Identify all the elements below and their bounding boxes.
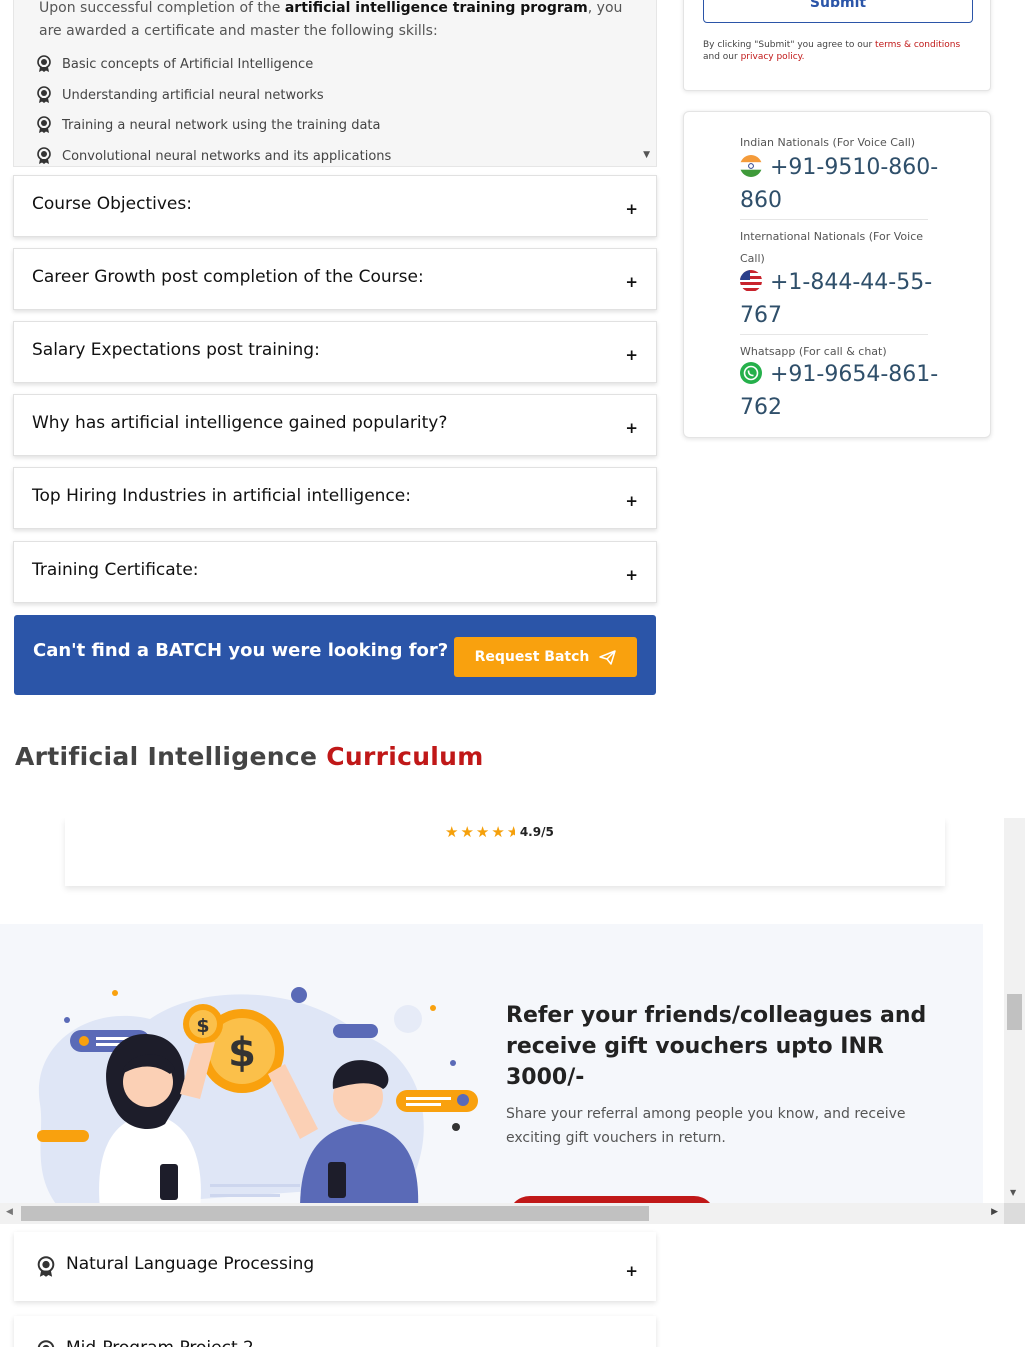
award-badge-icon — [37, 1256, 55, 1277]
paper-plane-icon — [599, 649, 617, 665]
divider — [740, 219, 928, 220]
award-badge-icon — [37, 86, 51, 103]
module-accordion-mid-program-project[interactable]: Mid-Program Project 2 — [14, 1316, 656, 1347]
terms-link[interactable]: terms & conditions — [875, 40, 960, 50]
award-badge-icon — [37, 1340, 55, 1347]
review-card: ★ ★ ★ ★ ★ 4.9/5 — [65, 818, 945, 886]
india-flag-icon — [740, 155, 762, 177]
scroll-left-arrow-icon[interactable]: ◀ — [6, 1207, 13, 1217]
divider — [740, 334, 928, 335]
submit-button[interactable]: Submit — [703, 0, 973, 23]
star-icon: ★ — [445, 823, 459, 841]
accordion-course-objectives[interactable]: Course Objectives: + — [13, 175, 657, 237]
dollar-coin-symbol: $ — [228, 1030, 256, 1076]
skills-intro: Upon successful completion of the artifi… — [39, 0, 623, 39]
accordion-title: Salary Expectations post training: — [32, 340, 320, 360]
accordion-training-certificate[interactable]: Training Certificate: + — [13, 541, 657, 603]
referral-description: Share your referral among people you kno… — [506, 1106, 906, 1146]
award-badge-icon — [37, 147, 51, 164]
skills-panel[interactable]: Upon successful completion of the artifi… — [13, 0, 657, 167]
accordion-salary-expectations[interactable]: Salary Expectations post training: + — [13, 321, 657, 383]
us-flag-icon — [740, 270, 762, 292]
phone-number-india[interactable]: +91-9510-860-860 — [740, 151, 940, 217]
plus-icon[interactable]: + — [625, 494, 638, 509]
plus-icon[interactable]: + — [625, 202, 638, 217]
referral-illustration: $ $ — [37, 987, 478, 1209]
plus-icon[interactable]: + — [625, 568, 638, 583]
batch-request-banner: Can't find a BATCH you were looking for?… — [14, 615, 656, 695]
contact-card: Indian Nationals (For Voice Call) +91-95… — [683, 111, 991, 438]
module-title: Natural Language Processing — [66, 1254, 315, 1274]
accordion-top-hiring-industries[interactable]: Top Hiring Industries in artificial inte… — [13, 467, 657, 529]
award-badge-icon — [37, 116, 51, 133]
scroll-right-arrow-icon[interactable]: ▶ — [991, 1207, 998, 1217]
skill-item: Training a neural network using the trai… — [36, 115, 380, 135]
plus-icon[interactable]: + — [625, 1264, 638, 1279]
accordion-title: Training Certificate: — [32, 560, 199, 580]
plus-icon[interactable]: + — [625, 348, 638, 363]
scroll-down-arrow-icon[interactable]: ▼ — [1010, 1188, 1016, 1197]
dollar-coin-symbol: $ — [196, 1015, 209, 1037]
enquiry-form-card: Submit By clicking "Submit" you agree to… — [683, 0, 991, 91]
accordion-title: Why has artificial intelligence gained p… — [32, 413, 448, 433]
terms-notice: By clicking "Submit" you agree to our te… — [703, 40, 961, 62]
skill-item: Basic concepts of Artificial Intelligenc… — [36, 54, 313, 74]
batch-banner-text: Can't find a BATCH you were looking for? — [33, 640, 449, 661]
plus-icon[interactable]: + — [625, 421, 638, 436]
skill-item: Convolutional neural networks and its ap… — [36, 146, 391, 166]
award-badge-icon — [37, 55, 51, 72]
privacy-link[interactable]: privacy policy. — [741, 52, 805, 62]
embedded-scroll-frame[interactable]: ★ ★ ★ ★ ★ 4.9/5 $ $ Refer your friends/c… — [0, 818, 1025, 1224]
request-batch-button[interactable]: Request Batch — [454, 637, 637, 677]
whatsapp-icon — [740, 362, 762, 384]
curriculum-heading: Artificial Intelligence Curriculum — [15, 742, 484, 771]
referral-title: Refer your friends/colleagues and receiv… — [506, 1003, 927, 1090]
star-icon: ★ — [475, 823, 490, 841]
rating: ★ ★ ★ ★ ★ 4.9/5 — [445, 823, 554, 841]
scroll-down-caret-icon[interactable]: ▼ — [643, 150, 650, 160]
accordion-title: Top Hiring Industries in artificial inte… — [32, 486, 411, 506]
skill-item: Understanding artificial neural networks — [36, 85, 324, 105]
module-title: Mid-Program Project 2 — [66, 1338, 254, 1347]
accordion-title: Career Growth post completion of the Cou… — [32, 267, 424, 287]
phone-number-international[interactable]: +1-844-44-55-767 — [740, 266, 940, 332]
accordion-title: Course Objectives: — [32, 194, 192, 214]
rating-value: 4.9/5 — [519, 825, 554, 839]
scrollbar-corner — [1004, 1203, 1025, 1224]
half-star-icon: ★ — [506, 823, 515, 841]
accordion-career-growth[interactable]: Career Growth post completion of the Cou… — [13, 248, 657, 310]
plus-icon[interactable]: + — [625, 275, 638, 290]
horizontal-scrollbar-thumb[interactable] — [21, 1206, 649, 1221]
horizontal-scrollbar[interactable]: ◀ ▶ — [0, 1203, 1004, 1224]
phone-number-whatsapp[interactable]: +91-9654-861-762 — [740, 358, 940, 424]
referral-section: $ $ Refer your friends/colleagues and re… — [0, 924, 983, 1209]
star-icon: ★ — [460, 823, 474, 841]
contact-label: International Nationals (For Voice Call) — [740, 230, 924, 265]
accordion-ai-popularity[interactable]: Why has artificial intelligence gained p… — [13, 394, 657, 456]
vertical-scrollbar-thumb[interactable] — [1007, 994, 1022, 1030]
module-accordion-nlp[interactable]: Natural Language Processing + — [14, 1232, 656, 1301]
vertical-scrollbar[interactable]: ▼ — [1004, 818, 1025, 1203]
star-icon: ★ — [491, 823, 505, 841]
